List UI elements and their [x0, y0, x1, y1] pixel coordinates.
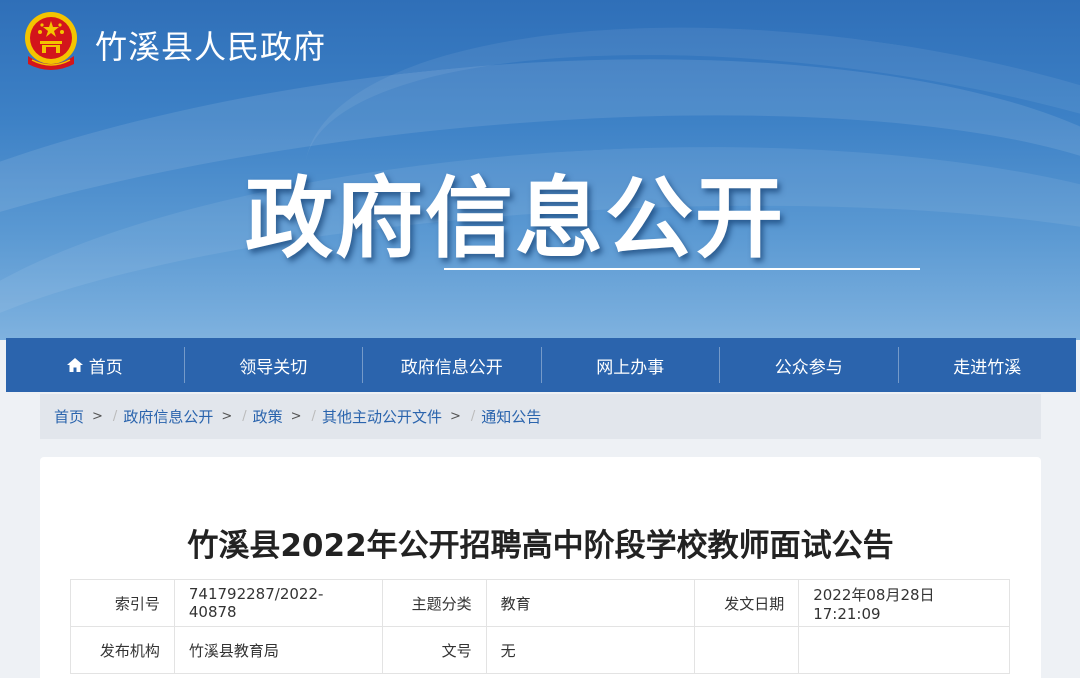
header-banner: 竹溪县人民政府 政府信息公开 — [0, 0, 1080, 340]
meta-label-docno: 文号 — [381, 626, 487, 674]
nav-item-label: 公众参与 — [774, 357, 843, 378]
meta-value-date: 2022年08月28日 17:21:09 — [798, 579, 1010, 627]
main-nav: 首页 领导关切 政府信息公开 网上办事 公众参与 走进竹溪 — [6, 338, 1076, 392]
meta-empty-cell — [694, 626, 800, 674]
breadcrumb-separator: > — [92, 409, 103, 424]
meta-value-docno: 无 — [485, 626, 696, 674]
breadcrumb-divider: / — [112, 409, 118, 424]
nav-item-label: 网上办事 — [596, 357, 665, 378]
banner-underline — [444, 268, 920, 270]
breadcrumb-link-home[interactable]: 首页 — [54, 406, 84, 427]
breadcrumb-separator: > — [449, 409, 461, 424]
home-icon — [66, 358, 83, 372]
nav-item-online-services[interactable]: 网上办事 — [542, 347, 720, 383]
breadcrumb-link-policy[interactable]: 政策 — [253, 406, 283, 427]
meta-empty-cell — [798, 626, 1010, 674]
national-emblem-icon[interactable] — [22, 10, 80, 72]
breadcrumb-separator: > — [290, 409, 302, 424]
nav-item-label: 领导关切 — [239, 357, 308, 378]
site-name[interactable]: 竹溪县人民政府 — [95, 22, 326, 68]
article-title: 竹溪县2022年公开招聘高中阶段学校教师面试公告 — [187, 528, 894, 564]
breadcrumb-link-other-files[interactable]: 其他主动公开文件 — [322, 406, 442, 427]
meta-label-date: 发文日期 — [694, 579, 800, 627]
article-meta-table: 索引号 741792287/2022-40878 主题分类 教育 发文日期 20… — [70, 579, 1010, 674]
meta-label-index: 索引号 — [70, 579, 175, 627]
article-card: 竹溪县2022年公开招聘高中阶段学校教师面试公告 索引号 741792287/2… — [40, 457, 1041, 678]
nav-item-label: 政府信息公开 — [400, 357, 503, 378]
table-row: 索引号 741792287/2022-40878 主题分类 教育 发文日期 20… — [70, 579, 1010, 627]
meta-value-index: 741792287/2022-40878 — [173, 579, 383, 627]
breadcrumb-divider: / — [470, 409, 476, 424]
breadcrumb-link-notices[interactable]: 通知公告 — [481, 406, 541, 427]
nav-item-public-participation[interactable]: 公众参与 — [720, 347, 899, 383]
breadcrumb-separator: > — [221, 409, 233, 424]
nav-item-home[interactable]: 首页 — [6, 347, 185, 383]
nav-item-leadership[interactable]: 领导关切 — [185, 347, 363, 383]
table-row: 发布机构 竹溪县教育局 文号 无 — [70, 626, 1010, 674]
breadcrumb-link-info-disclosure[interactable]: 政府信息公开 — [123, 406, 213, 427]
nav-item-about-zhuxi[interactable]: 走进竹溪 — [899, 347, 1077, 383]
meta-label-org: 发布机构 — [70, 626, 175, 674]
meta-label-topic: 主题分类 — [381, 579, 487, 627]
breadcrumb: 首页 > / 政府信息公开 > / 政策 > / 其他主动公开文件 > / 通知… — [40, 394, 1041, 439]
nav-item-label: 走进竹溪 — [953, 357, 1022, 378]
breadcrumb-divider: / — [311, 409, 316, 424]
banner-title: 政府信息公开 — [245, 167, 786, 270]
nav-item-info-disclosure[interactable]: 政府信息公开 — [363, 347, 542, 383]
meta-value-topic: 教育 — [485, 579, 696, 627]
meta-value-org: 竹溪县教育局 — [173, 626, 383, 674]
breadcrumb-divider: / — [242, 409, 247, 424]
nav-item-label: 首页 — [88, 357, 123, 378]
